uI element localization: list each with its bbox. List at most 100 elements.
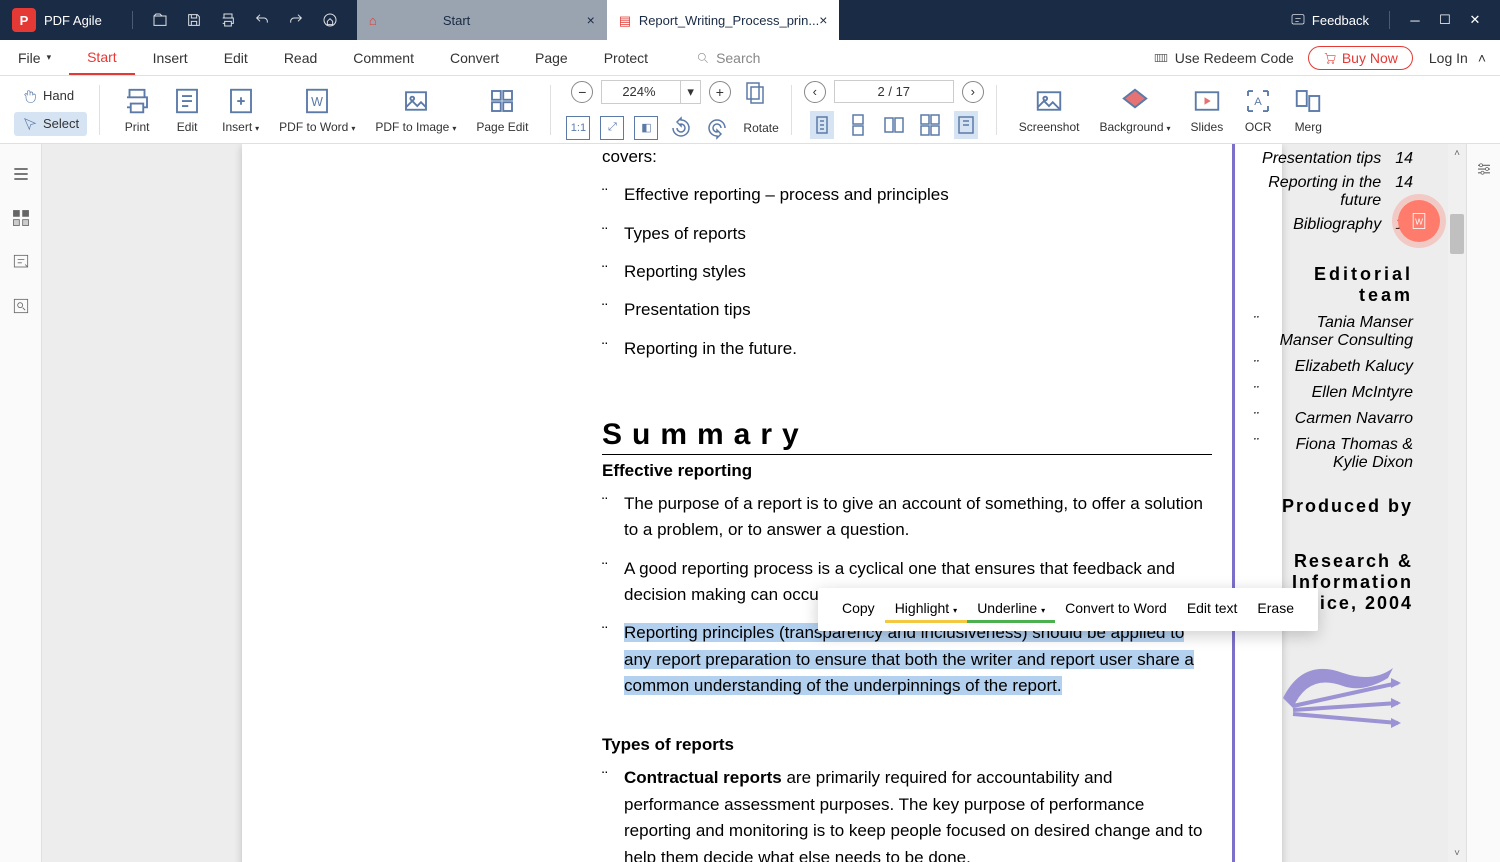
save-icon[interactable] <box>183 9 205 31</box>
paragraph-item: The purpose of a report is to give an ac… <box>602 485 1212 550</box>
zoom-value[interactable]: 224% <box>601 80 681 104</box>
editor-name: Tania Manser Manser Consulting <box>1253 314 1413 350</box>
ctx-copy[interactable]: Copy <box>832 596 885 623</box>
scroll-down-button[interactable]: ˅ <box>1448 844 1466 862</box>
ctx-underline[interactable]: Underline <box>967 596 1055 623</box>
print-icon[interactable] <box>217 9 239 31</box>
print-button[interactable]: Print <box>112 86 162 134</box>
scroll-thumb[interactable] <box>1450 214 1464 254</box>
screenshot-button[interactable]: Screenshot <box>1009 86 1090 134</box>
merge-button[interactable]: Merg <box>1283 86 1333 134</box>
titlebar: P PDF Agile ⌂ Start × ▤ Report_Writing_P… <box>0 0 1500 40</box>
menu-protect[interactable]: Protect <box>586 40 666 75</box>
close-button[interactable]: ✕ <box>1460 5 1490 35</box>
page: covers: Effective reporting – process an… <box>242 144 1282 862</box>
fit-width-icon[interactable]: ⤢ <box>600 116 624 140</box>
two-page-icon[interactable] <box>882 111 906 139</box>
feedback-button[interactable]: Feedback <box>1290 12 1369 28</box>
selected-text: Reporting principles (transparency and i… <box>624 623 1194 695</box>
search-input[interactable]: Search <box>696 50 760 66</box>
pdf-to-image-button[interactable]: PDF to Image <box>365 86 466 134</box>
bullet-item: Types of reports <box>602 215 1212 253</box>
background-button[interactable]: Background <box>1089 86 1180 134</box>
produced-by-heading: Produced by <box>1253 496 1413 517</box>
editor-name: Ellen McIntyre <box>1253 384 1413 402</box>
ribbon: Hand Select Print Edit Insert WPDF to Wo… <box>0 76 1500 144</box>
rotate-left-icon[interactable] <box>669 114 693 142</box>
redo-icon[interactable] <box>285 9 307 31</box>
zoom-in-button[interactable]: + <box>709 81 731 103</box>
menu-file[interactable]: File <box>0 40 69 75</box>
continuous-icon[interactable] <box>846 111 870 139</box>
toc-row: Presentation tips14 <box>1253 150 1413 168</box>
hand-tool[interactable]: Hand <box>14 84 82 108</box>
subheading: Types of reports <box>602 735 1212 755</box>
ocr-button[interactable]: AOCR <box>1233 86 1283 134</box>
next-page-button[interactable]: › <box>962 81 984 103</box>
open-icon[interactable] <box>149 9 171 31</box>
collapse-ribbon-icon[interactable]: ˄ <box>1478 50 1486 66</box>
right-sidebar <box>1466 144 1500 862</box>
edit-button[interactable]: Edit <box>162 86 212 134</box>
menu-convert[interactable]: Convert <box>432 40 517 75</box>
bullet-item: Reporting in the future. <box>602 330 1212 368</box>
home-tab-icon: ⌂ <box>369 13 377 28</box>
ctx-erase[interactable]: Erase <box>1247 596 1304 623</box>
ctx-highlight[interactable]: Highlight <box>885 596 968 623</box>
fit-page-icon[interactable] <box>743 78 767 106</box>
undo-icon[interactable] <box>251 9 273 31</box>
menu-insert[interactable]: Insert <box>135 40 206 75</box>
rotate-right-icon[interactable] <box>705 114 729 142</box>
actual-size-icon[interactable]: 1:1 <box>566 116 590 140</box>
annotations-icon[interactable] <box>11 252 31 272</box>
tab-document[interactable]: ▤ Report_Writing_Process_prin... × <box>607 0 840 40</box>
page-edit-button[interactable]: Page Edit <box>466 86 538 134</box>
selection-context-menu: Copy Highlight Underline Convert to Word… <box>818 588 1318 631</box>
tab-start[interactable]: ⌂ Start × <box>357 0 607 40</box>
search-panel-icon[interactable] <box>11 296 31 316</box>
minimize-button[interactable]: ─ <box>1400 5 1430 35</box>
pdf-file-icon: ▤ <box>619 13 633 27</box>
ctx-edit-text[interactable]: Edit text <box>1177 596 1248 623</box>
menu-page[interactable]: Page <box>517 40 586 75</box>
zoom-dropdown[interactable]: ▾ <box>681 80 701 104</box>
subheading: Effective reporting <box>602 461 1212 481</box>
close-icon[interactable]: × <box>587 12 595 28</box>
menu-comment[interactable]: Comment <box>335 40 432 75</box>
buy-now-button[interactable]: Buy Now <box>1308 46 1413 70</box>
vertical-scrollbar[interactable]: ˄ ˅ <box>1448 144 1466 862</box>
rotate-label: Rotate <box>743 121 778 135</box>
thumbnails-icon[interactable] <box>11 208 31 228</box>
settings-slider-icon[interactable] <box>1475 160 1493 178</box>
insert-button[interactable]: Insert <box>212 86 269 134</box>
prev-page-button[interactable]: ‹ <box>804 81 826 103</box>
menu-edit[interactable]: Edit <box>206 40 266 75</box>
pdf-to-word-button[interactable]: WPDF to Word <box>269 86 365 134</box>
redeem-code-button[interactable]: Use Redeem Code <box>1153 50 1294 66</box>
fit-visible-icon[interactable]: ◧ <box>634 116 658 140</box>
bullet-item: Reporting styles <box>602 253 1212 291</box>
toc-row: Bibliography16 <box>1253 216 1413 234</box>
read-mode-icon[interactable] <box>954 111 978 139</box>
select-tool[interactable]: Select <box>14 112 87 136</box>
menu-read[interactable]: Read <box>266 40 335 75</box>
organization-logo <box>1253 628 1413 738</box>
menu-start[interactable]: Start <box>69 40 135 75</box>
login-button[interactable]: Log In <box>1429 50 1468 66</box>
ctx-convert-to-word[interactable]: Convert to Word <box>1055 596 1177 623</box>
home-icon[interactable] <box>319 9 341 31</box>
convert-to-word-float-button[interactable]: W <box>1398 200 1440 242</box>
zoom-out-button[interactable]: − <box>571 81 593 103</box>
slides-button[interactable]: Slides <box>1181 86 1234 134</box>
scroll-up-button[interactable]: ˄ <box>1448 144 1466 162</box>
maximize-button[interactable]: ☐ <box>1430 5 1460 35</box>
bullet-item: Effective reporting – process and princi… <box>602 176 1212 214</box>
outline-icon[interactable] <box>11 164 31 184</box>
close-icon[interactable]: × <box>819 12 827 28</box>
single-page-icon[interactable] <box>810 111 834 139</box>
app-name: PDF Agile <box>44 13 102 28</box>
document-viewport[interactable]: covers: Effective reporting – process an… <box>42 144 1466 862</box>
menubar: File Start Insert Edit Read Comment Conv… <box>0 40 1500 76</box>
page-number-input[interactable]: 2 / 17 <box>834 80 954 103</box>
two-continuous-icon[interactable] <box>918 111 942 139</box>
